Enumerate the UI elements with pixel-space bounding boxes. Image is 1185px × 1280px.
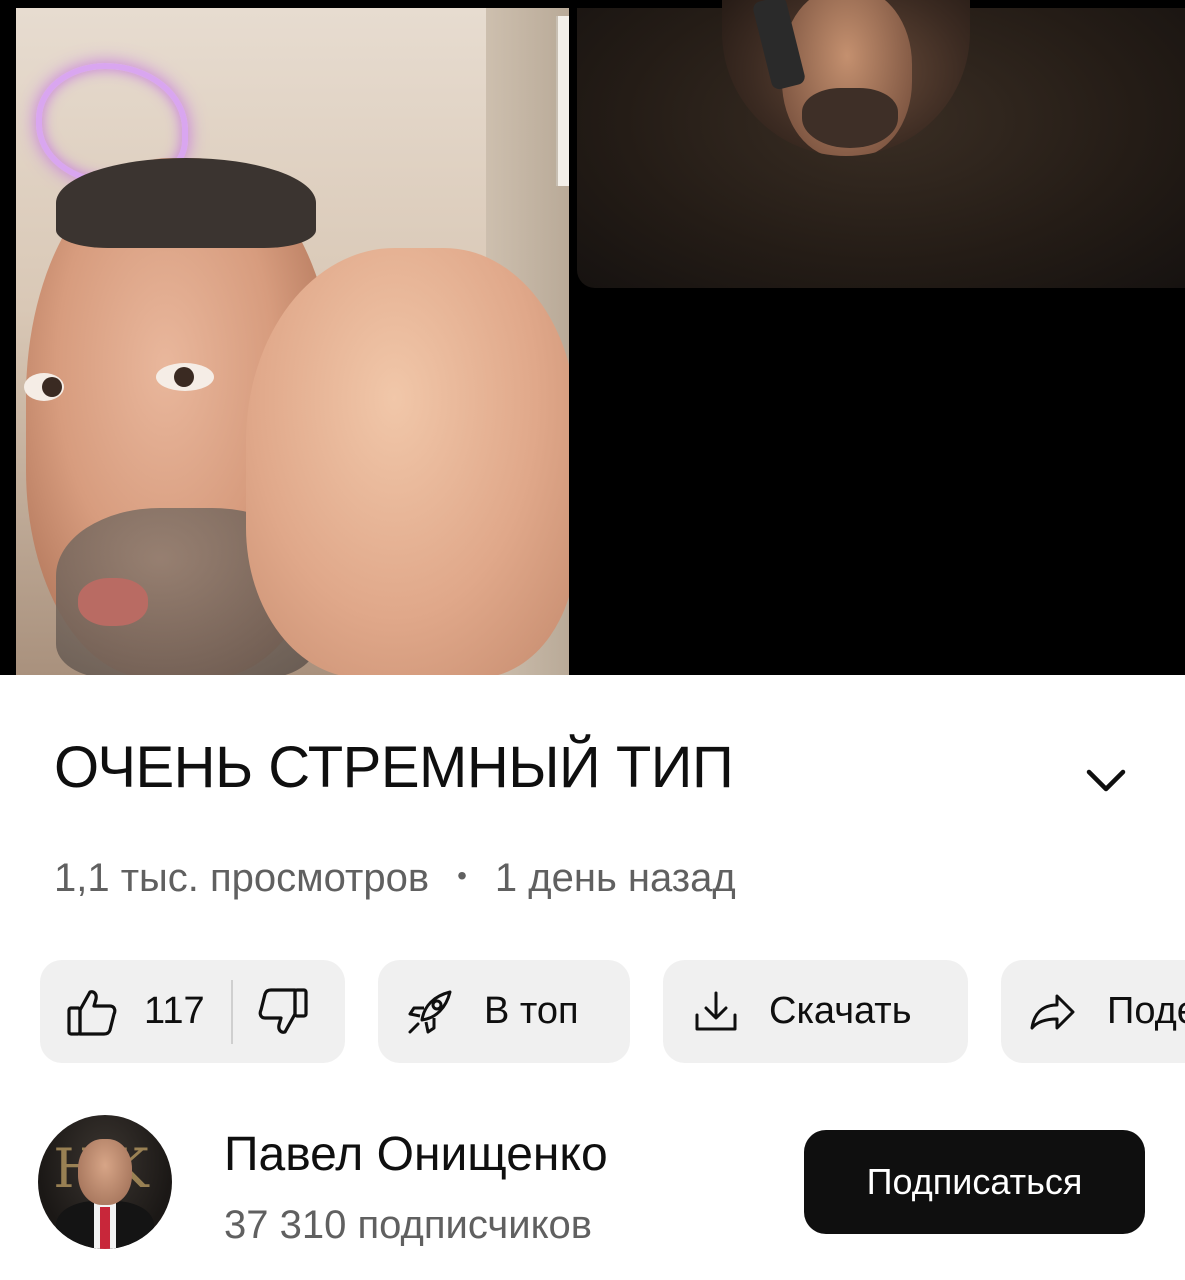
top-button[interactable]: В топ — [378, 960, 630, 1063]
publish-date: 1 день назад — [494, 856, 736, 900]
like-button[interactable]: 117 — [40, 986, 205, 1038]
channel-avatar[interactable]: HK — [38, 1115, 172, 1249]
video-title: ОЧЕНЬ СТРЕМНЫЙ ТИП — [54, 735, 734, 800]
chevron-down-icon — [1086, 769, 1126, 793]
subscriber-count: 37 310 подписчиков — [224, 1203, 593, 1247]
video-frame-left-participant — [16, 8, 569, 675]
share-button[interactable]: Поде — [1001, 960, 1185, 1063]
channel-name[interactable]: Павел Онищенко — [224, 1126, 608, 1184]
like-dislike-group: 117 — [40, 960, 345, 1063]
share-arrow-icon — [1029, 992, 1077, 1032]
like-count: 117 — [144, 990, 205, 1032]
download-button[interactable]: Скачать — [663, 960, 968, 1063]
subscribe-button[interactable]: Подписаться — [804, 1130, 1145, 1234]
download-label: Скачать — [769, 990, 912, 1032]
top-label: В топ — [484, 990, 579, 1032]
view-count: 1,1 тыс. просмотров — [54, 856, 430, 900]
video-player[interactable] — [0, 0, 1185, 675]
rocket-icon — [406, 988, 454, 1036]
share-label: Поде — [1107, 990, 1185, 1032]
chip-divider — [230, 979, 233, 1044]
expand-description-button[interactable] — [1080, 755, 1132, 807]
thumbs-up-icon — [66, 986, 118, 1038]
meta-separator: • — [457, 860, 467, 891]
thumbs-down-icon — [257, 986, 309, 1038]
dislike-button[interactable] — [257, 986, 309, 1038]
video-meta: 1,1 тыс. просмотров • 1 день назад — [54, 848, 736, 906]
download-icon — [693, 989, 739, 1035]
